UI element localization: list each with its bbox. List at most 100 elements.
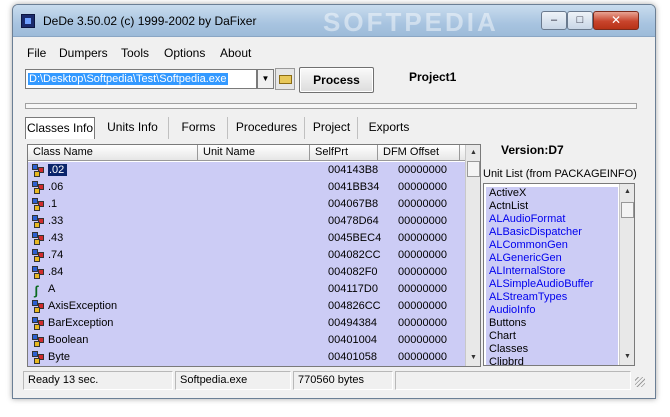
scroll-up-arrow[interactable]: ▲ — [620, 184, 634, 199]
grid-header: Class Name Unit Name SelfPrt DFM Offset — [28, 145, 480, 161]
tab-forms[interactable]: Forms — [170, 117, 228, 139]
list-item[interactable]: Chart — [486, 330, 618, 343]
tab-units-info[interactable]: Units Info — [97, 117, 169, 139]
selfprt-cell: 00401004 — [328, 334, 377, 346]
scroll-up-arrow[interactable]: ▲ — [466, 145, 480, 160]
list-item[interactable]: AudioInfo — [486, 304, 618, 317]
process-button[interactable]: Process — [299, 67, 374, 93]
list-item[interactable]: Classes — [486, 343, 618, 356]
list-item[interactable]: ALStreamTypes — [486, 291, 618, 304]
close-button[interactable]: ✕ — [593, 11, 639, 30]
class-name-text: A — [48, 283, 56, 295]
tab-exports[interactable]: Exports — [359, 117, 419, 139]
class-name-text: Boolean — [48, 334, 89, 346]
column-selfprt[interactable]: SelfPrt — [310, 145, 378, 161]
tab-classes-info[interactable]: Classes Info — [25, 117, 95, 139]
menu-tools[interactable]: Tools — [121, 45, 149, 61]
selfprt-cell: 004143B8 — [328, 164, 379, 176]
class-name-cell: .1 — [48, 196, 208, 213]
class-name-text: BarException — [48, 317, 114, 329]
cube-icon — [31, 230, 47, 247]
selfprt-cell: 004067B8 — [328, 198, 379, 210]
scroll-down-arrow[interactable]: ▼ — [466, 350, 480, 365]
list-item[interactable]: ALAudioFormat — [486, 213, 618, 226]
table-row[interactable]: .02 004143B8 00000000 — [28, 162, 465, 179]
scroll-thumb[interactable] — [467, 161, 480, 177]
table-row[interactable]: Boolean 00401004 00000000 — [28, 332, 465, 349]
menu-file[interactable]: File — [27, 45, 46, 61]
table-row[interactable]: .06 0041BB34 00000000 — [28, 179, 465, 196]
unit-name-cell — [212, 213, 322, 230]
scroll-down-arrow[interactable]: ▼ — [620, 349, 634, 364]
class-name-cell: .43 — [48, 230, 208, 247]
class-name-cell: .06 — [48, 179, 208, 196]
unit-list[interactable]: ActiveX ActnList ALAudioFormat ALBasicDispa… — [483, 183, 635, 366]
scroll-thumb[interactable] — [621, 202, 634, 218]
menu-options[interactable]: Options — [164, 45, 205, 61]
list-item[interactable]: Clipbrd — [486, 356, 618, 365]
class-name-text: .84 — [48, 266, 64, 278]
table-row[interactable]: .43 0045BEC4 00000000 — [28, 230, 465, 247]
selfprt-cell: 00478D64 — [328, 215, 379, 227]
status-extra — [395, 371, 631, 390]
combo-dropdown-button[interactable]: ▼ — [257, 69, 274, 89]
selfprt-cell: 0041BB34 — [328, 181, 380, 193]
list-item[interactable]: Buttons — [486, 317, 618, 330]
class-name-cell: A — [48, 281, 208, 298]
list-item[interactable]: ActnList — [486, 200, 618, 213]
column-dfm-offset[interactable]: DFM Offset — [378, 145, 460, 161]
status-bar: Ready 13 sec. Softpedia.exe 770560 bytes — [23, 371, 645, 390]
table-row[interactable]: .1 004067B8 00000000 — [28, 196, 465, 213]
table-row[interactable]: .33 00478D64 00000000 — [28, 213, 465, 230]
table-row[interactable]: Byte 00401058 00000000 — [28, 349, 465, 366]
table-row[interactable]: ʃ A 004117D0 00000000 — [28, 281, 465, 298]
unit-list-scrollbar[interactable]: ▲ ▼ — [619, 184, 634, 365]
list-item[interactable]: ALInternalStore — [486, 265, 618, 278]
list-item[interactable]: ALBasicDispatcher — [486, 226, 618, 239]
unit-name-cell — [212, 230, 322, 247]
progress-bar — [25, 103, 637, 109]
menu-about[interactable]: About — [220, 45, 251, 61]
table-row[interactable]: BarException 00494384 00000000 — [28, 315, 465, 332]
menu-dumpers[interactable]: Dumpers — [59, 45, 108, 61]
column-unit-name[interactable]: Unit Name — [198, 145, 310, 161]
hook-icon: ʃ — [34, 283, 39, 298]
class-name-text: Byte — [48, 351, 71, 363]
unit-name-cell — [212, 179, 322, 196]
project-name: Project1 — [409, 70, 457, 84]
maximize-button[interactable]: □ — [567, 11, 593, 30]
watermark: SOFTPEDIA — [323, 7, 499, 37]
list-item[interactable]: ALGenericGen — [486, 252, 618, 265]
unit-name-cell — [212, 162, 322, 179]
table-row[interactable]: .84 004082F0 00000000 — [28, 264, 465, 281]
table-row[interactable]: .74 004082CC 00000000 — [28, 247, 465, 264]
dfm-offset-cell: 00000000 — [398, 283, 447, 295]
minimize-button[interactable]: – — [541, 11, 567, 30]
window-title: DeDe 3.50.02 (c) 1999-2002 by DaFixer — [43, 14, 257, 28]
open-file-button[interactable] — [275, 68, 295, 90]
class-name-cell: .02 — [48, 162, 208, 179]
file-path-combo[interactable]: D:\Desktop\Softpedia\Test\Softpedia.exe — [25, 69, 257, 89]
version-label: Version:D7 — [501, 143, 564, 157]
tab-project[interactable]: Project — [306, 117, 358, 139]
title-bar[interactable]: DeDe 3.50.02 (c) 1999-2002 by DaFixer SO… — [13, 5, 655, 37]
class-name-text: AxisException — [48, 300, 118, 312]
unit-name-cell — [212, 349, 322, 366]
list-item[interactable]: ALCommonGen — [486, 239, 618, 252]
selfprt-cell: 0045BEC4 — [328, 232, 382, 244]
list-item[interactable]: ALSimpleAudioBuffer — [486, 278, 618, 291]
unit-list-label: Unit List (from PACKAGEINFO) — [483, 168, 637, 180]
grid-scrollbar[interactable]: ▲ ▼ — [465, 145, 480, 366]
column-class-name[interactable]: Class Name — [28, 145, 198, 161]
dfm-offset-cell: 00000000 — [398, 351, 447, 363]
table-row[interactable]: AxisException 004826CC 00000000 — [28, 298, 465, 315]
list-item[interactable]: ActiveX — [486, 187, 618, 200]
app-icon[interactable] — [21, 14, 35, 28]
selfprt-cell: 004082F0 — [328, 266, 378, 278]
class-name-cell: .84 — [48, 264, 208, 281]
menu-bar: File Dumpers Tools Options About — [13, 45, 655, 63]
tab-procedures[interactable]: Procedures — [229, 117, 305, 139]
unit-name-cell — [212, 196, 322, 213]
classes-grid[interactable]: Class Name Unit Name SelfPrt DFM Offset … — [27, 144, 481, 367]
resize-grip[interactable] — [635, 377, 645, 387]
